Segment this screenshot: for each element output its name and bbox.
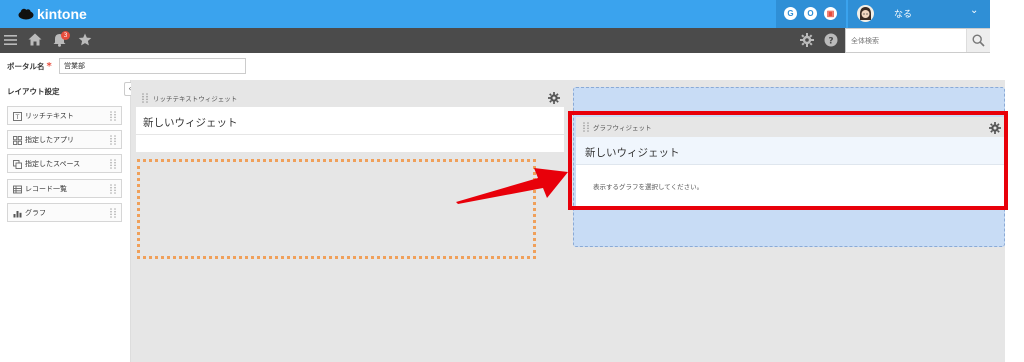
drag-handle-icon[interactable] [110, 135, 116, 145]
widget-body: 新しいウィジェット [136, 107, 564, 152]
sidebar-item-graph[interactable]: グラフ [7, 203, 122, 222]
required-mark: * [46, 61, 52, 72]
help-icon[interactable]: ? [824, 33, 838, 47]
drag-handle-icon[interactable] [142, 93, 148, 103]
sidebar-item-label: レコード一覧 [25, 185, 67, 193]
avatar [857, 5, 874, 22]
office-icon[interactable]: O [804, 7, 817, 20]
menu-icon[interactable] [4, 34, 17, 46]
search-input[interactable] [846, 29, 964, 52]
sidebar-item-space[interactable]: 指定したスペース [7, 154, 122, 173]
gear-icon[interactable] [548, 92, 560, 104]
record-list-icon [13, 185, 22, 194]
divider [136, 134, 564, 135]
drag-handle-icon[interactable] [110, 111, 116, 121]
widget-header-title: リッチテキストウィジェット [153, 95, 238, 103]
user-menu[interactable]: なる ⌄ [848, 0, 990, 28]
mailwise-icon[interactable]: ▣ [824, 7, 837, 20]
service-links: G O ▣ [776, 0, 846, 28]
logo-text: kintone [37, 6, 87, 22]
global-header: kintone G O ▣ なる ⌄ [0, 0, 990, 28]
widget-header[interactable]: リッチテキストウィジェット [136, 88, 564, 107]
global-search [845, 28, 990, 53]
settings-gear-icon[interactable] [800, 33, 814, 47]
garoon-icon[interactable]: G [784, 7, 797, 20]
sidebar-item-label: グラフ [25, 209, 46, 217]
drag-handle-icon[interactable] [110, 208, 116, 218]
sidebar-item-label: 指定したアプリ [25, 136, 74, 144]
portal-name-input[interactable] [59, 58, 246, 74]
graph-icon [13, 211, 22, 218]
space-icon [13, 160, 22, 169]
home-icon[interactable] [28, 33, 42, 46]
app-grid-icon [13, 136, 22, 145]
widget-name: 新しいウィジェット [143, 117, 238, 129]
search-icon [972, 34, 985, 47]
chevron-down-icon[interactable]: ⌄ [970, 5, 978, 16]
search-button[interactable] [966, 29, 990, 52]
sidebar-item-label: リッチテキスト [25, 112, 74, 120]
rich-text-icon: T [13, 112, 22, 121]
cloud-logo-icon [18, 8, 34, 20]
toolbar: ? [0, 28, 990, 53]
sidebar-item-rich-text[interactable]: T リッチテキスト [7, 106, 122, 125]
kintone-logo[interactable]: kintone [18, 4, 87, 24]
sidebar-item-label: 指定したスペース [25, 160, 81, 168]
user-name: なる [894, 10, 913, 20]
sidebar-item-app[interactable]: 指定したアプリ [7, 130, 122, 149]
sidebar-item-record-list[interactable]: レコード一覧 [7, 179, 122, 198]
sidebar-title: レイアウト設定 [7, 87, 60, 96]
svg-text:?: ? [828, 37, 833, 47]
drag-handle-icon[interactable] [110, 159, 116, 169]
portal-name-label-text: ポータル名 [7, 62, 45, 71]
annotation-arrow-icon [456, 168, 568, 204]
notification-badge: 3 [61, 31, 70, 40]
annotation-highlight-box [568, 111, 1008, 210]
star-icon[interactable] [78, 33, 92, 46]
svg-text:T: T [15, 114, 20, 121]
portal-name-label: ポータル名 * [7, 61, 52, 72]
rich-text-widget[interactable]: リッチテキストウィジェット 新しいウィジェット [136, 88, 564, 152]
drag-handle-icon[interactable] [110, 184, 116, 194]
